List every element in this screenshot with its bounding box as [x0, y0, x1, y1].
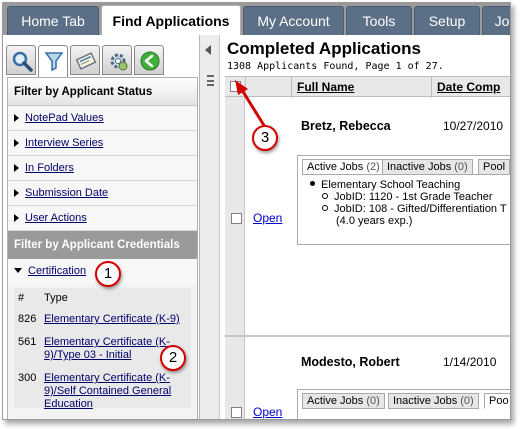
filter-label[interactable]: Interview Series	[25, 137, 103, 149]
row-divider	[225, 335, 510, 337]
cert-row: 826 Elementary Certificate (K-9)	[18, 313, 187, 326]
filter-label[interactable]: Certification	[28, 265, 86, 277]
tab-setup[interactable]: Setup	[414, 6, 480, 35]
bullet-icon	[310, 181, 315, 186]
collapse-arrow-icon[interactable]	[205, 45, 211, 55]
circle-bullet-icon	[322, 205, 328, 211]
filter-label[interactable]: User Actions	[25, 212, 87, 224]
search-icon[interactable]	[6, 45, 36, 75]
cert-count: 561	[18, 336, 37, 348]
caret-right-icon	[14, 139, 19, 147]
caret-right-icon	[14, 114, 19, 122]
row-checkbox[interactable]	[231, 407, 242, 418]
caret-down-icon	[14, 268, 22, 273]
caret-right-icon	[14, 214, 19, 222]
filter-submission-date[interactable]: Submission Date	[8, 181, 197, 206]
status-filter-header: Filter by Applicant Status	[8, 78, 197, 106]
job-item: JobID: 1120 - 1st Grade Teacher	[310, 191, 510, 203]
jobs-list: Elementary School Teaching JobID: 1120 -…	[302, 174, 510, 242]
cert-col-type: Type	[44, 292, 68, 304]
tab-pool[interactable]: Poo	[484, 393, 510, 409]
cert-col-num: #	[18, 292, 25, 304]
tab-jobs[interactable]: Jo	[482, 6, 510, 35]
applicant-name: Modesto, Robert	[301, 355, 400, 369]
annotation-arrow	[235, 80, 267, 128]
cert-type-link[interactable]: Elementary Certificate (K-9)	[44, 313, 187, 326]
jobs-panel: Active Jobs (0) Inactive Jobs (0) Poo	[297, 389, 510, 419]
filter-interview-series[interactable]: Interview Series	[8, 131, 197, 156]
tab-inactive-jobs[interactable]: Inactive Jobs (0)	[388, 393, 479, 409]
panel-splitter[interactable]	[200, 35, 220, 419]
cert-row: 300 Elementary Certificate (K-9)/Self Co…	[18, 372, 187, 411]
callout-badge: 2	[160, 345, 186, 371]
callout-badge: 1	[95, 261, 121, 287]
cert-table-header: # Type	[18, 292, 187, 305]
gear-icon[interactable]	[102, 45, 132, 75]
cert-type-link[interactable]: Elementary Certificate (K-9)/Self Contai…	[44, 372, 187, 411]
app-window: Home Tab Find Applications My Account To…	[2, 2, 511, 420]
applicant-date: 1/14/2010	[443, 355, 497, 369]
top-tab-bar: Home Tab Find Applications My Account To…	[3, 3, 510, 36]
filter-label[interactable]: Submission Date	[25, 187, 108, 199]
circle-bullet-icon	[322, 193, 328, 199]
filter-icon-bar	[6, 43, 198, 77]
tab-count: (0)	[366, 395, 380, 407]
tab-home[interactable]: Home Tab	[7, 6, 99, 35]
caret-right-icon	[14, 189, 19, 197]
cert-count: 300	[18, 372, 37, 384]
callout-badge: 3	[252, 125, 278, 151]
tab-label: Inactive Jobs	[393, 395, 458, 407]
job-item: JobID: 108 - Gifted/Differentiation T	[310, 203, 510, 215]
tab-tools[interactable]: Tools	[346, 6, 412, 35]
tab-find-applications[interactable]: Find Applications	[101, 5, 241, 36]
job-label: JobID: 1120 - 1st Grade Teacher	[334, 191, 493, 203]
job-experience: (4.0 years exp.)	[336, 215, 413, 227]
cert-count: 826	[18, 313, 37, 325]
filter-notepad-values[interactable]: NotePad Values	[8, 106, 197, 131]
row-checkbox[interactable]	[231, 213, 242, 224]
tab-active-jobs[interactable]: Active Jobs (0)	[302, 393, 385, 409]
job-group: Elementary School Teaching	[310, 179, 510, 191]
splitter-grip-icon[interactable]	[207, 75, 214, 86]
filter-label[interactable]: In Folders	[25, 162, 74, 174]
filter-icon[interactable]	[38, 45, 68, 77]
open-application-link[interactable]: Open	[253, 405, 282, 419]
credentials-filter-header: Filter by Applicant Credentials	[8, 231, 197, 259]
back-icon[interactable]	[134, 45, 164, 75]
filter-user-actions[interactable]: User Actions	[8, 206, 197, 231]
caret-right-icon	[14, 164, 19, 172]
job-label: JobID: 108 - Gifted/Differentiation T	[334, 203, 507, 215]
open-application-link[interactable]: Open	[253, 211, 282, 225]
tab-count: (0)	[460, 395, 474, 407]
tab-label: Poo	[489, 395, 509, 407]
job-group-label: Elementary School Teaching	[321, 179, 461, 191]
card-icon[interactable]	[70, 45, 100, 75]
filter-in-folders[interactable]: In Folders	[8, 156, 197, 181]
tab-my-account[interactable]: My Account	[243, 6, 344, 35]
tab-label: Active Jobs	[307, 395, 364, 407]
results-panel: Completed Applications 1308 Applicants F…	[221, 35, 510, 419]
filter-label[interactable]: NotePad Values	[25, 112, 104, 124]
